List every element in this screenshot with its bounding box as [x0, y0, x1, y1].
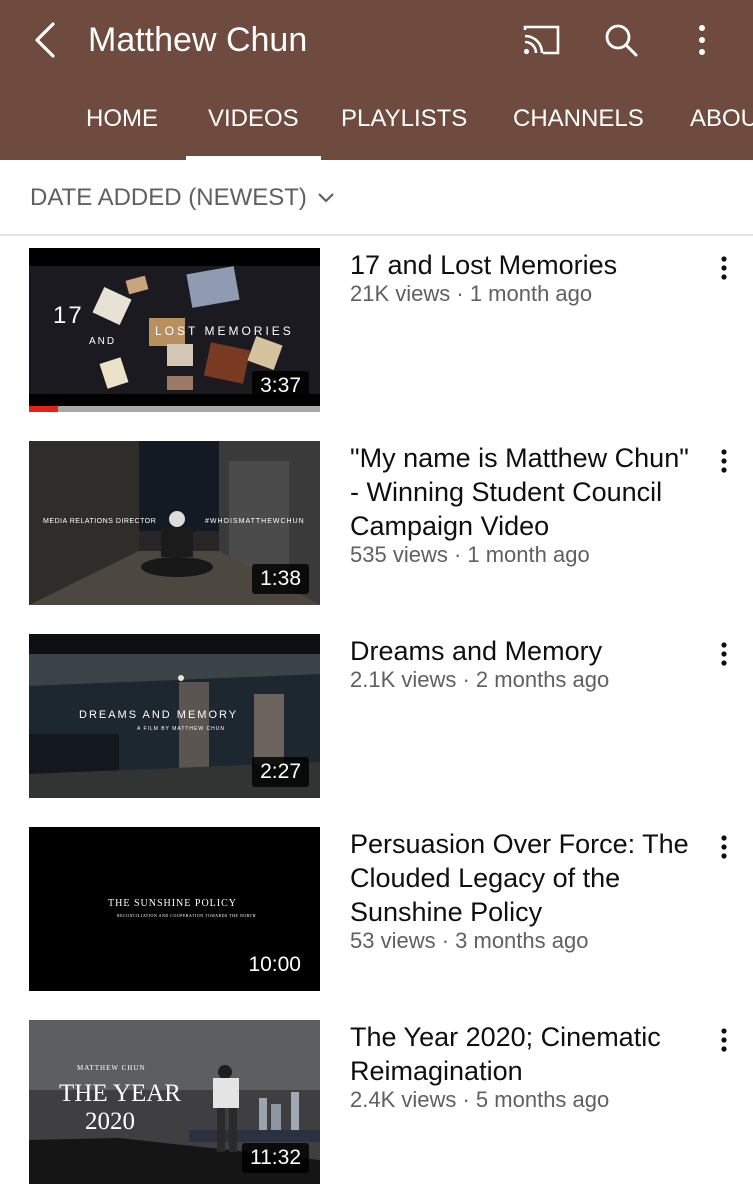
- video-meta: 2.4K views · 5 months ago: [350, 1087, 610, 1112]
- back-button[interactable]: [22, 18, 66, 62]
- thumbnail-text: A FILM BY MATTHEW CHUN: [137, 726, 225, 732]
- more-vert-icon: [699, 25, 705, 55]
- cast-icon: [523, 25, 560, 55]
- video-meta: 2.1K views · 2 months ago: [350, 667, 610, 692]
- video-title[interactable]: Dreams and Memory: [350, 634, 705, 668]
- video-thumbnail[interactable]: MEDIA RELATIONS DIRECTOR #WHOISMATTHEWCH…: [29, 441, 320, 605]
- video-thumbnail[interactable]: DREAMS AND MEMORY A FILM BY MATTHEW CHUN…: [29, 634, 320, 798]
- sort-bar: DATE ADDED (NEWEST): [0, 160, 753, 236]
- video-title[interactable]: The Year 2020; Cinematic Reimagination: [350, 1020, 705, 1088]
- video-thumbnail[interactable]: 17 AND LOST MEMORIES 3:37: [29, 248, 320, 412]
- tab-videos[interactable]: VIDEOS: [186, 90, 321, 160]
- more-vert-icon: [721, 449, 727, 473]
- chevron-down-icon: [318, 193, 334, 203]
- more-vert-icon: [721, 835, 727, 859]
- search-button[interactable]: [597, 16, 645, 64]
- thumbnail-text: THE SUNSHINE POLICY: [108, 898, 237, 909]
- video-duration: 11:32: [242, 1143, 309, 1173]
- video-duration: 3:37: [252, 371, 309, 401]
- thumbnail-text: MATTHEW CHUN: [77, 1064, 146, 1072]
- thumbnail-text: MEDIA RELATIONS DIRECTOR: [43, 518, 157, 525]
- thumbnail-text: THE YEAR: [59, 1080, 181, 1107]
- channel-tabs: HOME VIDEOS PLAYLISTS CHANNELS ABOU: [0, 90, 753, 160]
- tab-playlists[interactable]: PLAYLISTS: [341, 90, 467, 160]
- thumbnail-text: 2020: [85, 1108, 135, 1135]
- more-options-button[interactable]: [678, 16, 726, 64]
- chevron-left-icon: [35, 22, 55, 58]
- more-vert-icon: [721, 642, 727, 666]
- tab-home[interactable]: HOME: [86, 90, 158, 160]
- watch-progress-fill: [29, 406, 59, 412]
- thumbnail-text: RECONCILIATION AND COOPERATION TOWARDS T…: [117, 913, 256, 918]
- video-more-button[interactable]: [706, 636, 742, 672]
- video-item[interactable]: DREAMS AND MEMORY A FILM BY MATTHEW CHUN…: [0, 622, 753, 798]
- search-icon: [605, 24, 638, 57]
- video-duration: 2:27: [252, 757, 309, 787]
- video-duration: 1:38: [252, 564, 309, 594]
- thumbnail-text: #WHOISMATTHEWCHUN: [205, 518, 305, 525]
- app-bar: Matthew Chun HOME VIDEOS PLAYLISTS CHANN…: [0, 0, 753, 160]
- video-item[interactable]: THE SUNSHINE POLICY RECONCILIATION AND C…: [0, 815, 753, 991]
- thumbnail-text: 17: [53, 302, 84, 329]
- video-item[interactable]: 17 AND LOST MEMORIES 3:37 17 and Lost Me…: [0, 236, 753, 412]
- video-item[interactable]: MEDIA RELATIONS DIRECTOR #WHOISMATTHEWCH…: [0, 429, 753, 605]
- video-title[interactable]: Persuasion Over Force: The Clouded Legac…: [350, 827, 705, 929]
- more-vert-icon: [721, 256, 727, 280]
- video-more-button[interactable]: [706, 1022, 742, 1058]
- video-meta: 53 views · 3 months ago: [350, 928, 589, 953]
- cast-button[interactable]: [517, 16, 565, 64]
- video-duration: 10:00: [240, 950, 309, 980]
- video-meta: 21K views · 1 month ago: [350, 281, 593, 306]
- tab-about[interactable]: ABOU: [690, 90, 753, 160]
- video-item[interactable]: MATTHEW CHUN THE YEAR 2020 11:32 The Yea…: [0, 1008, 753, 1184]
- video-thumbnail[interactable]: THE SUNSHINE POLICY RECONCILIATION AND C…: [29, 827, 320, 991]
- video-more-button[interactable]: [706, 443, 742, 479]
- tab-channels[interactable]: CHANNELS: [513, 90, 644, 160]
- video-title[interactable]: "My name is Matthew Chun" - Winning Stud…: [350, 441, 705, 543]
- thumbnail-text: LOST MEMORIES: [155, 324, 294, 338]
- video-more-button[interactable]: [706, 829, 742, 865]
- watch-progress-bar: [29, 406, 320, 412]
- thumbnail-text: AND: [89, 336, 117, 347]
- channel-title: Matthew Chun: [88, 21, 308, 59]
- sort-label: DATE ADDED (NEWEST): [30, 184, 307, 211]
- sort-dropdown[interactable]: DATE ADDED (NEWEST): [30, 178, 335, 218]
- video-thumbnail[interactable]: MATTHEW CHUN THE YEAR 2020 11:32: [29, 1020, 320, 1184]
- video-meta: 535 views · 1 month ago: [350, 542, 590, 567]
- video-more-button[interactable]: [706, 250, 742, 286]
- video-title[interactable]: 17 and Lost Memories: [350, 248, 705, 282]
- thumbnail-text: DREAMS AND MEMORY: [79, 709, 239, 721]
- more-vert-icon: [721, 1028, 727, 1052]
